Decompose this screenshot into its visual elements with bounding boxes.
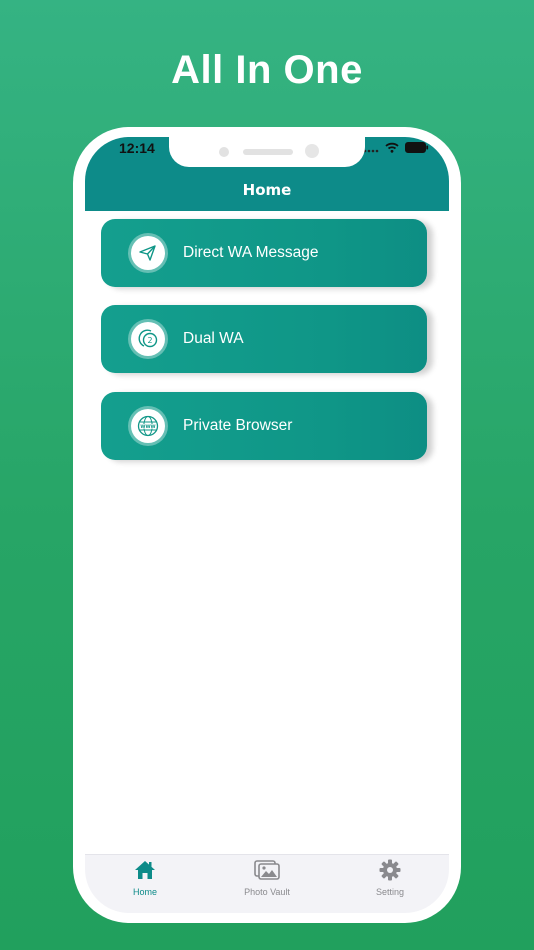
signal-icon bbox=[363, 149, 379, 152]
menu-item-label: Direct WA Message bbox=[183, 244, 319, 261]
status-icons bbox=[363, 142, 429, 153]
photo-gallery-icon bbox=[254, 860, 280, 880]
tab-home[interactable]: Home bbox=[100, 859, 190, 897]
battery-icon bbox=[405, 142, 429, 153]
home-icon bbox=[135, 861, 155, 879]
wifi-icon bbox=[385, 142, 399, 153]
tab-photo-vault[interactable]: Photo Vault bbox=[222, 859, 312, 897]
private-browser-button[interactable]: WWW Private Browser bbox=[101, 392, 427, 460]
page-title: Home bbox=[242, 181, 292, 199]
direct-wa-message-button[interactable]: Direct WA Message bbox=[101, 219, 427, 287]
paper-plane-icon bbox=[131, 236, 165, 270]
phone-screen: 12:14 Home Direct WA Message 2 Dual WA W… bbox=[85, 137, 449, 913]
svg-text:WWW: WWW bbox=[140, 424, 155, 430]
tab-setting[interactable]: Setting bbox=[345, 859, 435, 897]
phone-frame: 12:14 Home Direct WA Message 2 Dual WA W… bbox=[73, 127, 461, 923]
globe-www-icon: WWW bbox=[131, 409, 165, 443]
camera-notch bbox=[169, 137, 365, 167]
status-time: 12:14 bbox=[119, 140, 155, 156]
tab-label: Home bbox=[132, 887, 157, 897]
dual-chat-icon: 2 bbox=[131, 322, 165, 356]
promo-headline: All In One bbox=[171, 48, 363, 92]
tab-label: Photo Vault bbox=[244, 887, 290, 897]
menu-item-label: Dual WA bbox=[183, 330, 244, 347]
menu-item-label: Private Browser bbox=[183, 417, 293, 434]
gear-icon bbox=[379, 859, 401, 881]
top-bar: 12:14 Home bbox=[85, 137, 449, 211]
bottom-tab-bar: Home Photo Vault Setting bbox=[85, 854, 449, 913]
svg-text:2: 2 bbox=[147, 336, 152, 345]
dual-wa-button[interactable]: 2 Dual WA bbox=[101, 305, 427, 373]
tab-label: Setting bbox=[375, 887, 405, 897]
